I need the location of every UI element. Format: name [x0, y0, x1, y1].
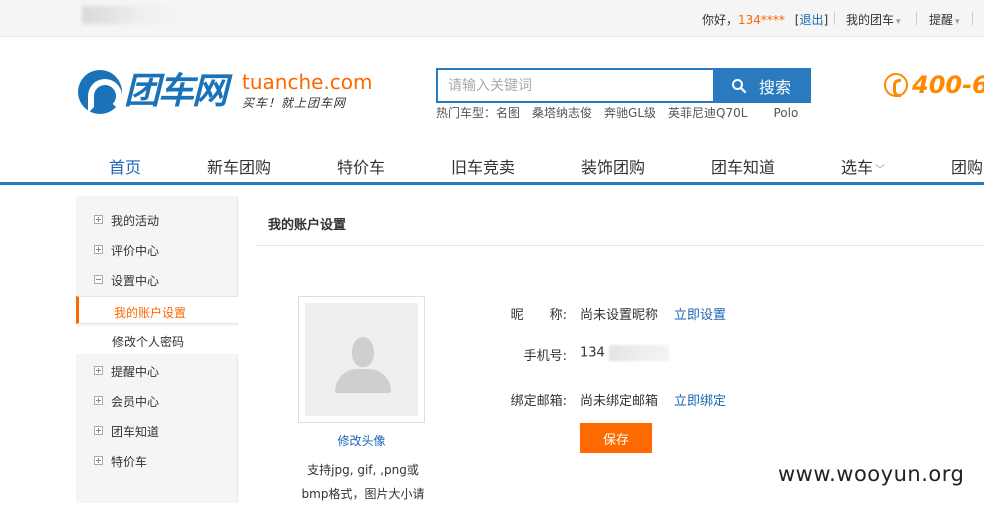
- nickname-label: 昵 称:: [510, 308, 567, 323]
- sidebar-item-knowledge[interactable]: 团车知道: [76, 420, 238, 444]
- avatar-note: 支持jpg, gif, ,png或 bmp格式，图片大小请: [288, 458, 438, 506]
- main-nav: 首页 新车团购 特价车 旧车竞卖 装饰团购 团车知道 选车 ﹀ 团购: [0, 145, 984, 185]
- hotline-number: 400-69: [912, 71, 984, 99]
- search-button-label: 搜索: [758, 77, 791, 97]
- nav-home[interactable]: 首页: [109, 154, 141, 178]
- divider: [916, 12, 917, 25]
- nav-choose-car-label: 选车: [841, 158, 874, 177]
- sidebar-sub-change-password[interactable]: 修改个人密码: [76, 326, 238, 354]
- sidebar: 我的活动 评价中心 设置中心 我的账户设置 修改个人密码 提醒中心 会员中心 团…: [76, 196, 238, 503]
- sidebar-item-label: 设置中心: [111, 274, 160, 288]
- top-bar: 你好，134**** [退出] 我的团车 ▾ 提醒 ▾: [0, 0, 984, 37]
- sidebar-item-reminders[interactable]: 提醒中心: [76, 360, 238, 384]
- avatar-head: [352, 337, 374, 367]
- set-nickname-link[interactable]: 立即设置: [674, 308, 726, 323]
- sidebar-item-label: 提醒中心: [111, 365, 160, 379]
- nav-special-car[interactable]: 特价车: [337, 154, 385, 178]
- avatar: [298, 296, 425, 423]
- sidebar-item-label: 评价中心: [111, 244, 160, 258]
- logo-slogan: 买车！就上团车网: [242, 96, 347, 110]
- nickname-value: 尚未设置昵称: [580, 308, 659, 323]
- nav-decoration[interactable]: 装饰团购: [581, 154, 645, 178]
- collapse-icon: [94, 275, 103, 284]
- hot-model-link[interactable]: 英菲尼迪Q70L: [668, 106, 747, 120]
- search-button[interactable]: 搜索: [713, 70, 809, 101]
- sidebar-sub-account-settings[interactable]: 我的账户设置: [76, 296, 238, 324]
- nav-choose-car[interactable]: 选车 ﹀: [841, 154, 885, 178]
- sidebar-item-settings[interactable]: 设置中心: [76, 269, 238, 293]
- nav-used-car[interactable]: 旧车竞卖: [451, 154, 515, 178]
- sidebar-sub-label: 我的账户设置: [114, 306, 187, 320]
- hot-models: 热门车型：名图 桑塔纳志俊 奔驰GL级 英菲尼迪Q70L Polo: [436, 104, 810, 121]
- divider: [256, 245, 984, 246]
- sidebar-item-reviews[interactable]: 评价中心: [76, 239, 238, 263]
- change-avatar-link[interactable]: 修改头像: [298, 432, 425, 449]
- avatar-body: [335, 369, 391, 393]
- logo-cn-text: 团车网: [124, 71, 228, 112]
- hot-model-link[interactable]: 名图: [496, 106, 520, 120]
- blurred-region: [82, 6, 180, 24]
- search-box: 搜索: [436, 68, 811, 103]
- site-logo[interactable]: 团车网 tuanche.com 买车！就上团车网: [78, 70, 373, 120]
- phone-value: 134: [580, 345, 605, 361]
- sidebar-item-label: 特价车: [111, 455, 148, 469]
- hot-model-link[interactable]: Polo: [773, 106, 798, 120]
- chevron-down-icon: ▾: [955, 17, 960, 27]
- expand-icon: [94, 426, 103, 435]
- username[interactable]: 134****: [738, 13, 785, 27]
- phone-icon: [884, 73, 908, 97]
- bind-email-link[interactable]: 立即绑定: [674, 394, 726, 409]
- expand-icon: [94, 245, 103, 254]
- nav-new-car[interactable]: 新车团购: [207, 154, 271, 178]
- chevron-down-icon: ﹀: [875, 165, 886, 176]
- user-greeting: 你好，134**** [退出]: [702, 11, 828, 28]
- divider: [834, 12, 835, 25]
- email-value: 尚未绑定邮箱: [580, 394, 659, 409]
- hot-models-label: 热门车型：: [436, 106, 497, 120]
- expand-icon: [94, 396, 103, 405]
- hot-model-link[interactable]: 桑塔纳志俊: [532, 106, 592, 120]
- page-title: 我的账户设置: [268, 218, 347, 233]
- avatar-note-line: 支持jpg, gif, ,png或: [307, 463, 419, 477]
- search-icon: [731, 78, 747, 93]
- logo-en-text: tuanche.com: [242, 70, 373, 94]
- expand-icon: [94, 366, 103, 375]
- remind-menu[interactable]: 提醒 ▾: [929, 11, 960, 28]
- sidebar-sub-label: 修改个人密码: [112, 335, 185, 349]
- chevron-down-icon: ▾: [896, 17, 901, 27]
- divider: [972, 12, 973, 25]
- sidebar-item-activities[interactable]: 我的活动: [76, 209, 238, 233]
- masked-region: [608, 345, 669, 361]
- email-value-group: 尚未绑定邮箱 立即绑定: [580, 390, 726, 409]
- avatar-note-line: bmp格式，图片大小请: [301, 487, 425, 501]
- hot-model-link[interactable]: 奔驰GL级: [604, 106, 656, 120]
- sidebar-item-label: 我的活动: [111, 214, 160, 228]
- remind-label: 提醒: [929, 13, 954, 27]
- save-button[interactable]: 保存: [580, 423, 652, 453]
- my-tuanche-label: 我的团车: [846, 13, 895, 27]
- search-input[interactable]: [438, 70, 715, 101]
- expand-icon: [94, 215, 103, 224]
- email-label: 绑定邮箱:: [510, 394, 567, 409]
- watermark: www.wooyun.org: [764, 456, 984, 492]
- sidebar-item-membership[interactable]: 会员中心: [76, 390, 238, 414]
- logo-icon: [78, 70, 122, 114]
- phone-value-group: 134: [580, 345, 669, 361]
- default-avatar-icon: [305, 303, 418, 416]
- sidebar-item-label: 会员中心: [111, 395, 160, 409]
- phone-label: 手机号:: [523, 349, 567, 364]
- nav-group-buy[interactable]: 团购: [951, 154, 983, 178]
- sidebar-item-label: 团车知道: [111, 425, 160, 439]
- logout-link[interactable]: 退出: [799, 13, 823, 27]
- expand-icon: [94, 456, 103, 465]
- sidebar-item-special-car[interactable]: 特价车: [76, 450, 238, 474]
- greeting-text: 你好，: [702, 13, 739, 27]
- bracket: ]: [823, 13, 829, 27]
- nickname-value-group: 尚未设置昵称 立即设置: [580, 304, 726, 323]
- nav-knowledge[interactable]: 团车知道: [711, 154, 775, 178]
- hotline: 400-69: [884, 71, 984, 99]
- my-tuanche-menu[interactable]: 我的团车 ▾: [846, 11, 901, 28]
